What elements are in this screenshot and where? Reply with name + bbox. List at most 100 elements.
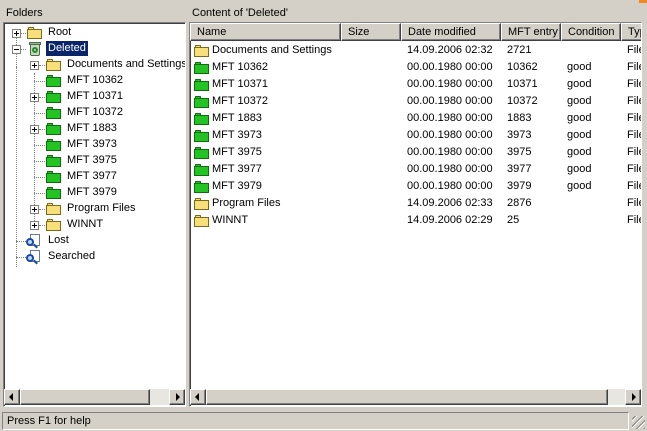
cell-mft: 2876: [507, 197, 532, 209]
tree-line: [39, 97, 45, 98]
tree-item-label: MFT 10371: [67, 90, 124, 102]
tree-line: [39, 65, 45, 66]
tree-item-label: MFT 10372: [67, 106, 124, 118]
cell-type: File: [627, 78, 641, 90]
cell-mft: 10371: [507, 78, 538, 90]
folder-green-icon: [46, 90, 62, 103]
tree-item-searched[interactable]: Searched: [4, 249, 184, 265]
tree-item[interactable]: MFT 10372: [4, 105, 184, 121]
folder-yellow-icon: [46, 218, 62, 231]
table-row[interactable]: MFT 10372 00.00.1980 00:00 10372 good File: [190, 93, 641, 110]
tree-item-lost[interactable]: Lost: [4, 233, 184, 249]
scroll-right-button[interactable]: [169, 389, 185, 405]
cell-type: File: [627, 146, 641, 158]
tree-item[interactable]: MFT 3975: [4, 153, 184, 169]
table-row[interactable]: Documents and Settings 14.09.2006 02:32 27…: [190, 42, 641, 59]
list-horizontal-scrollbar[interactable]: [190, 389, 641, 405]
folder-green-icon: [194, 180, 210, 193]
cell-condition: good: [567, 180, 592, 192]
table-row[interactable]: MFT 10371 00.00.1980 00:00 10371 good File: [190, 76, 641, 93]
folder-tree[interactable]: Root Deleted Documents and Settings MFT 1…: [4, 23, 185, 389]
folder-green-icon: [46, 154, 62, 167]
expand-icon[interactable]: [30, 205, 39, 214]
tree-line: [21, 49, 26, 50]
tree-item[interactable]: Program Files: [4, 201, 184, 217]
tree-item-label: MFT 3975: [67, 154, 117, 166]
cell-date: 00.00.1980 00:00: [407, 95, 493, 107]
status-bar: Press F1 for help: [0, 410, 647, 431]
scroll-left-button[interactable]: [4, 389, 20, 405]
content-list[interactable]: Documents and Settings 14.09.2006 02:32 27…: [190, 42, 641, 389]
cell-date: 00.00.1980 00:00: [407, 129, 493, 141]
tree-item[interactable]: Documents and Settings: [4, 57, 186, 73]
tree-item[interactable]: MFT 3979: [4, 185, 184, 201]
column-header-name[interactable]: Name: [190, 23, 341, 41]
tree-line: [39, 129, 45, 130]
table-row[interactable]: MFT 3979 00.00.1980 00:00 3979 good File: [190, 178, 641, 195]
table-row[interactable]: Program Files 14.09.2006 02:33 2876 File: [190, 195, 641, 212]
tree-horizontal-scrollbar[interactable]: [4, 389, 185, 405]
expand-icon[interactable]: [30, 125, 39, 134]
tree-item[interactable]: MFT 10362: [4, 73, 184, 89]
tree-item-label: MFT 1883: [67, 122, 117, 134]
cell-mft: 3975: [507, 146, 532, 158]
folder-green-icon: [46, 170, 62, 183]
table-row[interactable]: MFT 3973 00.00.1980 00:00 3973 good File: [190, 127, 641, 144]
column-header-mft-entry[interactable]: MFT entry: [501, 23, 561, 41]
folder-green-icon: [194, 163, 210, 176]
cell-type: File: [627, 197, 641, 209]
tree-item-label: WINNT: [67, 218, 104, 230]
cell-mft: 1883: [507, 112, 532, 124]
resize-grip-icon[interactable]: [632, 416, 645, 429]
expand-icon[interactable]: [30, 61, 39, 70]
tree-item[interactable]: MFT 3973: [4, 137, 184, 153]
folder-green-icon: [46, 122, 62, 135]
table-row[interactable]: MFT 3977 00.00.1980 00:00 3977 good File: [190, 161, 641, 178]
folder-tree-pane[interactable]: Root Deleted Documents and Settings MFT 1…: [3, 22, 186, 407]
folder-green-icon: [46, 74, 62, 87]
table-row[interactable]: MFT 1883 00.00.1980 00:00 1883 good File: [190, 110, 641, 127]
folder-green-icon: [194, 129, 210, 142]
column-header-condition[interactable]: Condition: [561, 23, 621, 41]
folders-caption: Folders: [6, 7, 43, 19]
cell-date: 00.00.1980 00:00: [407, 112, 493, 124]
tree-item-label: Documents and Settings: [67, 58, 186, 70]
folder-green-icon: [194, 61, 210, 74]
tree-item[interactable]: MFT 10371: [4, 89, 184, 105]
content-list-pane[interactable]: Name Size Date modified MFT entry Condit…: [189, 22, 642, 407]
folder-yellow-icon: [194, 44, 210, 57]
tree-item[interactable]: MFT 1883: [4, 121, 184, 137]
tree-line: [34, 81, 45, 82]
column-header-type[interactable]: Type: [621, 23, 641, 41]
scroll-right-button[interactable]: [625, 389, 641, 405]
cell-date: 00.00.1980 00:00: [407, 180, 493, 192]
cell-condition: good: [567, 146, 592, 158]
cell-condition: good: [567, 95, 592, 107]
column-header-size[interactable]: Size: [341, 23, 401, 41]
tree-line: [39, 209, 45, 210]
cell-mft: 2721: [507, 44, 532, 56]
column-header-date-modified[interactable]: Date modified: [401, 23, 501, 41]
expand-icon[interactable]: [30, 221, 39, 230]
table-row[interactable]: WINNT 14.09.2006 02:29 25 File: [190, 212, 641, 229]
scroll-left-button[interactable]: [190, 389, 206, 405]
cell-name: MFT 10362: [212, 61, 269, 73]
table-row[interactable]: MFT 3975 00.00.1980 00:00 3975 good File: [190, 144, 641, 161]
tree-item[interactable]: WINNT: [4, 217, 184, 233]
collapse-icon[interactable]: [12, 45, 21, 54]
table-row[interactable]: MFT 10362 00.00.1980 00:00 10362 good File: [190, 59, 641, 76]
tree-line: [16, 241, 26, 242]
cell-name: MFT 3977: [212, 163, 262, 175]
scroll-thumb[interactable]: [20, 389, 150, 405]
folder-green-icon: [194, 112, 210, 125]
expand-icon[interactable]: [12, 29, 21, 38]
tree-item-root[interactable]: Root: [4, 25, 184, 41]
scroll-thumb[interactable]: [206, 389, 608, 405]
tree-item[interactable]: MFT 3977: [4, 169, 184, 185]
tree-item-deleted[interactable]: Deleted: [4, 40, 184, 57]
tree-item-label: Searched: [48, 250, 96, 262]
cell-type: File: [627, 180, 641, 192]
cell-type: File: [627, 95, 641, 107]
expand-icon[interactable]: [30, 93, 39, 102]
cell-date: 00.00.1980 00:00: [407, 146, 493, 158]
